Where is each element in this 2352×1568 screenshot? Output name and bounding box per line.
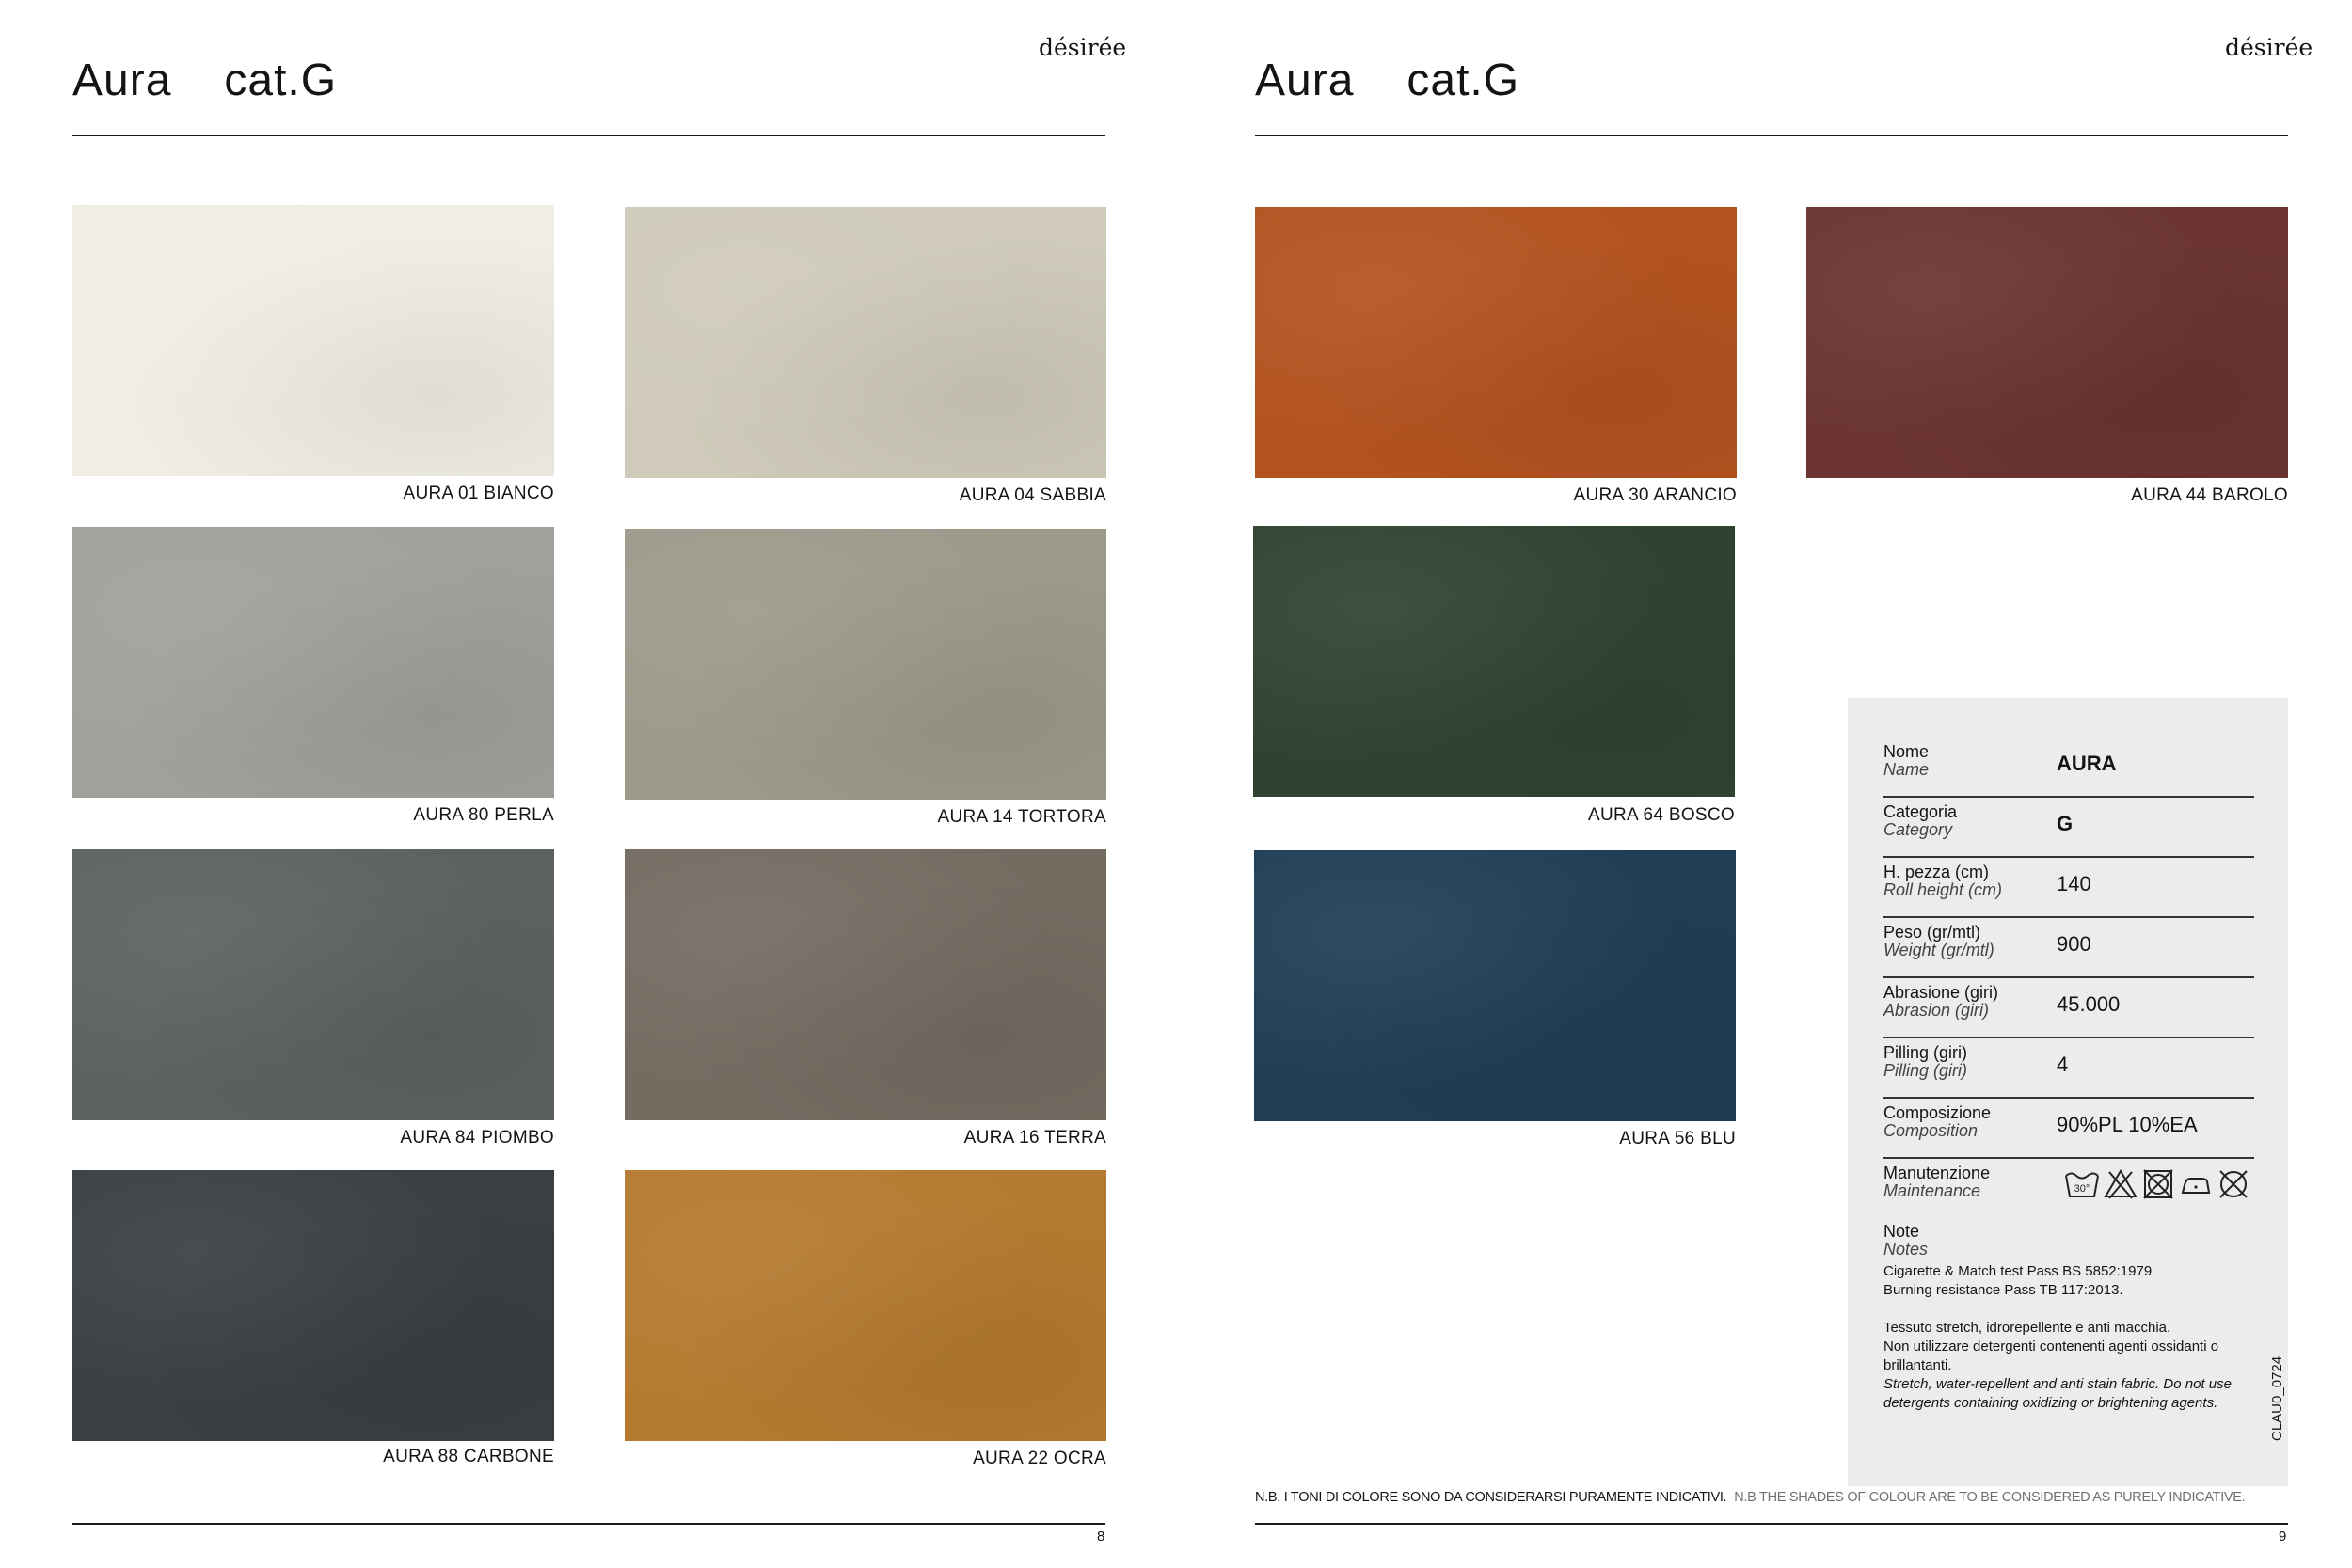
collection-category: cat.G xyxy=(1406,55,1520,105)
no-bleach-icon xyxy=(2104,1169,2137,1199)
spec-label-en: Category xyxy=(1883,820,1953,839)
fire-test-2: Burning resistance Pass TB 117:2013. xyxy=(1883,1282,2123,1298)
spec-sheet: Nome Name AURA Categoria Category G H. p… xyxy=(1848,698,2288,1486)
page-title: Aura cat.G xyxy=(72,55,337,106)
spec-label: Abrasione (giri) xyxy=(1883,983,1999,1002)
no-tumble-dry-icon xyxy=(2143,1169,2173,1199)
swatch-label: AURA 56 BLU xyxy=(1619,1129,1736,1148)
collection-category: cat.G xyxy=(224,55,338,105)
spec-label: Manutenzione xyxy=(1883,1164,1991,1182)
swatch-label: AURA 64 BOSCO xyxy=(1588,805,1735,825)
spec-label-en: Abrasion (giri) xyxy=(1883,1001,1990,1020)
spec-label-en: Pilling (giri) xyxy=(1883,1061,1968,1080)
spec-row-maintenance: Manutenzione Maintenance 30° xyxy=(1883,1161,2254,1217)
catalog-code: CLAU0_0724 xyxy=(2269,1355,2285,1441)
swatch-label: AURA 84 PIOMBO xyxy=(400,1128,554,1148)
fire-test-1: Cigarette & Match test Pass BS 5852:1979 xyxy=(1883,1263,2153,1279)
wash-temp: 30° xyxy=(2074,1183,2090,1195)
swatch xyxy=(72,527,554,798)
spec-label-en: Weight (gr/mtl) xyxy=(1883,941,1994,959)
page-title: Aura cat.G xyxy=(1255,55,1519,106)
footer-divider xyxy=(1255,1523,2288,1525)
iron-low-icon xyxy=(2181,1178,2211,1194)
collection-name: Aura xyxy=(72,55,172,105)
swatch xyxy=(72,1170,554,1441)
swatch xyxy=(625,529,1106,800)
spec-label: Note xyxy=(1883,1222,1920,1241)
spec-value: 45.000 xyxy=(2057,992,2121,1016)
spec-label-en: Notes xyxy=(1883,1240,1929,1259)
swatch xyxy=(1254,850,1736,1121)
spec-row-composition: Composizione Composition 90%PL 10%EA xyxy=(1883,1101,2254,1159)
swatch xyxy=(1253,526,1735,797)
care-note-it-1: Tessuto stretch, idrorepellente e anti m… xyxy=(1883,1320,2171,1336)
swatch xyxy=(1806,207,2288,478)
swatch xyxy=(72,205,554,476)
swatch xyxy=(72,849,554,1120)
swatch xyxy=(625,1170,1106,1441)
page-number: 9 xyxy=(2279,1528,2287,1544)
spec-label-en: Maintenance xyxy=(1883,1181,1981,1200)
disclaimer-it: N.B. I TONI DI COLORE SONO DA CONSIDERAR… xyxy=(1255,1490,1727,1505)
page-number: 8 xyxy=(1097,1528,1105,1544)
spec-value: 900 xyxy=(2057,932,2091,956)
left-page: Aura cat.G désirée AURA 01 BIANCO AURA 04… xyxy=(0,0,1176,1568)
swatch-label: AURA 22 OCRA xyxy=(973,1449,1106,1468)
color-disclaimer: N.B. I TONI DI COLORE SONO DA CONSIDERAR… xyxy=(1255,1490,2246,1505)
spec-row-category: Categoria Category G xyxy=(1883,800,2254,858)
header-divider xyxy=(1255,135,2288,136)
swatch-label: AURA 30 ARANCIO xyxy=(1573,485,1737,505)
spec-label-en: Composition xyxy=(1883,1121,1979,1140)
care-note-it-2: Non utilizzare detergenti contenenti age… xyxy=(1883,1338,2219,1373)
swatch xyxy=(1255,207,1737,478)
spec-row-roll-height: H. pezza (cm) Roll height (cm) 140 xyxy=(1883,860,2254,918)
spec-value: 90%PL 10%EA xyxy=(2057,1113,2198,1136)
spec-label-en: Roll height (cm) xyxy=(1883,880,2003,899)
swatch-label: AURA 80 PERLA xyxy=(413,805,554,825)
brand-logo: désirée xyxy=(1039,34,1127,61)
swatch-label: AURA 44 BAROLO xyxy=(2131,485,2288,505)
swatch-label: AURA 04 SABBIA xyxy=(959,485,1106,505)
spec-label-en: Name xyxy=(1883,760,1930,779)
spec-value: 140 xyxy=(2057,872,2091,895)
spec-label: Nome xyxy=(1883,742,1930,761)
spec-notes: Cigarette & Match test Pass BS 5852:1979… xyxy=(1883,1262,2260,1432)
spec-label: Pilling (giri) xyxy=(1883,1043,1968,1062)
spec-value: 4 xyxy=(2057,1053,2069,1076)
no-dry-clean-icon xyxy=(2219,1170,2248,1198)
swatch xyxy=(625,849,1106,1120)
swatch-label: AURA 16 TERRA xyxy=(963,1128,1106,1148)
brand-logo: désirée xyxy=(2225,34,2313,61)
header-divider xyxy=(72,135,1105,136)
swatch-label: AURA 01 BIANCO xyxy=(403,483,554,503)
spec-row-pilling: Pilling (giri) Pilling (giri) 4 xyxy=(1883,1040,2254,1099)
spec-table: Nome Name AURA Categoria Category G H. p… xyxy=(1883,739,2254,1277)
spec-label: Categoria xyxy=(1883,802,1958,821)
disclaimer-en: N.B THE SHADES OF COLOUR ARE TO BE CONSI… xyxy=(1734,1490,2246,1505)
spec-value: AURA xyxy=(2057,752,2117,775)
swatch-label: AURA 14 TORTORA xyxy=(937,807,1106,827)
right-page: Aura cat.G désirée AURA 30 ARANCIO AURA 4… xyxy=(1176,0,2352,1568)
collection-name: Aura xyxy=(1255,55,1355,105)
swatch xyxy=(625,207,1106,478)
swatch-label: AURA 88 CARBONE xyxy=(383,1447,554,1466)
care-note-en: Stretch, water-repellent and anti stain … xyxy=(1883,1376,2232,1411)
wash-30-icon: 30° xyxy=(2065,1172,2099,1197)
care-symbols: 30° xyxy=(2064,1168,2250,1200)
spec-row-weight: Peso (gr/mtl) Weight (gr/mtl) 900 xyxy=(1883,920,2254,978)
spec-row-abrasion: Abrasione (giri) Abrasion (giri) 45.000 xyxy=(1883,980,2254,1038)
spec-label: H. pezza (cm) xyxy=(1883,863,1990,881)
spec-value: G xyxy=(2057,812,2074,835)
footer-divider xyxy=(72,1523,1105,1525)
spec-label: Composizione xyxy=(1883,1103,1992,1122)
spec-label: Peso (gr/mtl) xyxy=(1883,923,1981,942)
spec-row-name: Nome Name AURA xyxy=(1883,739,2254,798)
